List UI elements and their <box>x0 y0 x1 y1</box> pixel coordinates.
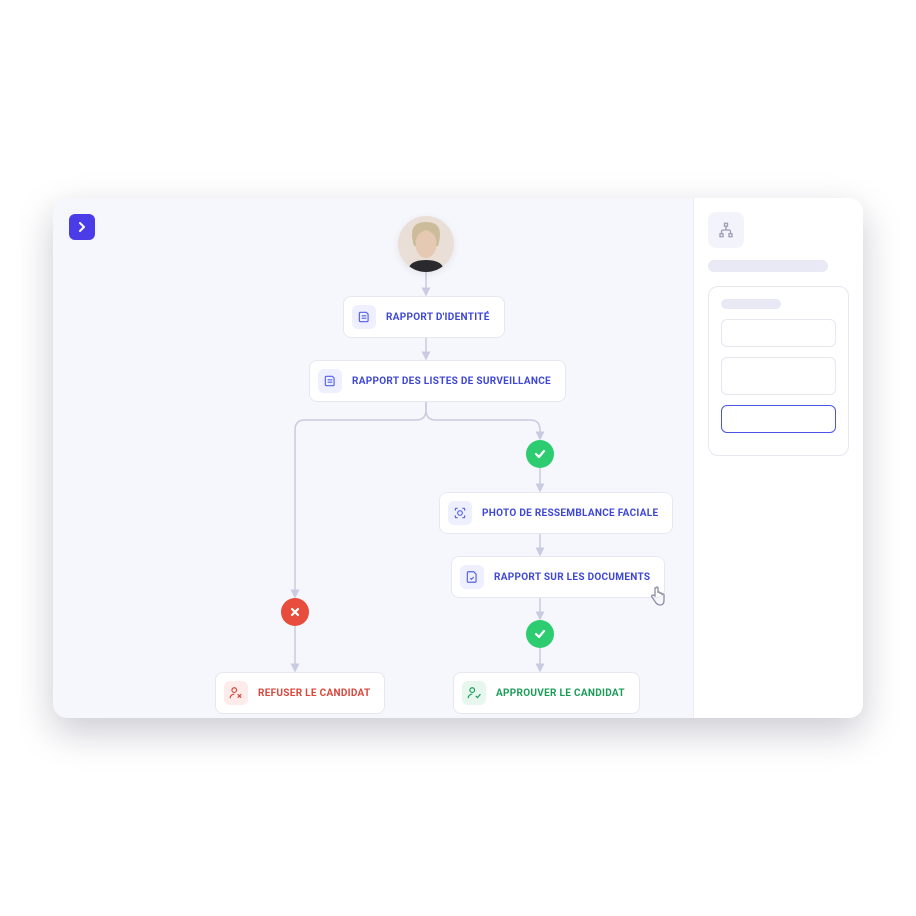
property-field-selected[interactable] <box>721 405 836 433</box>
sitemap-icon <box>717 221 735 239</box>
property-field[interactable] <box>721 319 836 347</box>
node-label: RAPPORT DES LISTES DE SURVEILLANCE <box>352 376 551 387</box>
connectors <box>53 198 693 718</box>
workflow-tree-button[interactable] <box>708 212 744 248</box>
user-reject-icon <box>224 681 248 705</box>
panel-label-skeleton <box>721 299 781 309</box>
node-facial-similarity[interactable]: PHOTO DE RESSEMBLANCE FACIALE <box>439 492 673 534</box>
node-document-report[interactable]: RAPPORT SUR LES DOCUMENTS <box>451 556 665 598</box>
node-label: PHOTO DE RESSEMBLANCE FACIALE <box>482 508 658 519</box>
cursor-pointer-icon <box>649 586 665 606</box>
node-label: RAPPORT D'IDENTITÉ <box>386 312 490 323</box>
app-card: RAPPORT D'IDENTITÉ RAPPORT DES LISTES DE… <box>53 198 863 718</box>
document-stack-icon <box>352 305 376 329</box>
document-check-icon <box>460 565 484 589</box>
node-approve-candidate[interactable]: APPROUVER LE CANDIDAT <box>453 672 640 714</box>
pass-checkpoint[interactable] <box>526 620 554 648</box>
candidate-avatar <box>398 216 454 272</box>
properties-panel <box>708 286 849 456</box>
pass-checkpoint[interactable] <box>526 440 554 468</box>
node-watchlist-report[interactable]: RAPPORT DES LISTES DE SURVEILLANCE <box>309 360 566 402</box>
document-stack-icon <box>318 369 342 393</box>
properties-sidebar <box>693 198 863 718</box>
user-approve-icon <box>462 681 486 705</box>
node-label: APPROUVER LE CANDIDAT <box>496 688 625 699</box>
node-label: RAPPORT SUR LES DOCUMENTS <box>494 572 650 583</box>
face-scan-icon <box>448 501 472 525</box>
node-identity-report[interactable]: RAPPORT D'IDENTITÉ <box>343 296 505 338</box>
node-reject-candidate[interactable]: REFUSER LE CANDIDAT <box>215 672 385 714</box>
workflow-canvas[interactable]: RAPPORT D'IDENTITÉ RAPPORT DES LISTES DE… <box>53 198 693 718</box>
property-field[interactable] <box>721 357 836 395</box>
node-label: REFUSER LE CANDIDAT <box>258 688 370 699</box>
fail-checkpoint[interactable] <box>281 598 309 626</box>
sidebar-title-skeleton <box>708 260 828 272</box>
